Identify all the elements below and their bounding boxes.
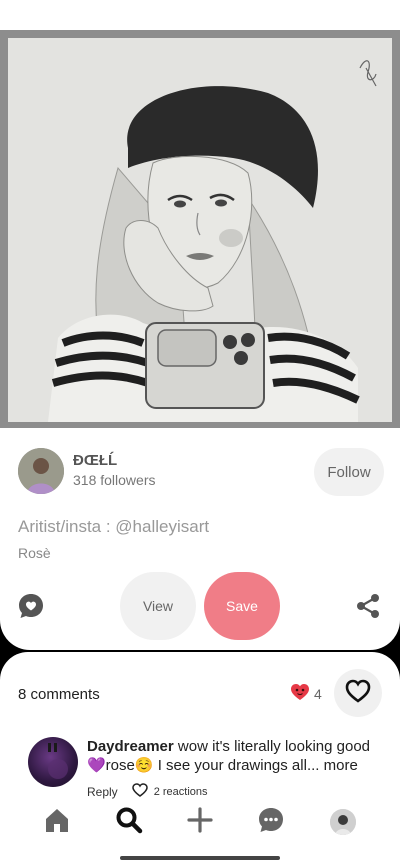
creator-row[interactable]: ÐŒŁĹ 318 followers Follow [18, 448, 384, 496]
status-bar [0, 0, 400, 30]
pin-action-row: View Save [0, 572, 400, 640]
save-button[interactable]: Save [204, 572, 280, 640]
comments-count[interactable]: 8 comments [18, 686, 100, 703]
heart-outline-icon [131, 783, 148, 800]
pencil-portrait-drawing [8, 38, 392, 422]
heart-outline-icon [345, 679, 371, 708]
bottom-navigation [0, 805, 400, 845]
pin-title: Aritist/insta : @halleyisart [18, 517, 210, 536]
reply-button[interactable]: Reply [87, 785, 118, 799]
comment-reactions-label: 2 reactions [153, 785, 208, 798]
heart-eyes-reaction-icon [290, 683, 310, 706]
nav-search[interactable] [113, 805, 145, 839]
messages-icon [257, 806, 285, 839]
comment-author[interactable]: Daydreamer [87, 738, 174, 755]
creator-avatar[interactable] [18, 448, 64, 494]
like-button[interactable] [334, 669, 382, 717]
comment-body: Daydreamer wow it's literally looking go… [87, 737, 377, 775]
nav-home[interactable] [41, 805, 73, 839]
creator-name[interactable]: ÐŒŁĹ [73, 452, 117, 469]
nav-profile[interactable] [327, 805, 359, 839]
comment-reactions[interactable]: 2 reactions [131, 783, 208, 800]
pin-image[interactable] [0, 30, 400, 428]
creator-followers: 318 followers [73, 472, 156, 488]
reaction-summary[interactable]: 4 [290, 683, 322, 706]
comment-bubble-heart-icon[interactable] [18, 593, 44, 619]
plus-icon [186, 806, 214, 839]
search-icon [115, 806, 143, 839]
nav-messages[interactable] [255, 805, 287, 839]
share-icon[interactable] [355, 593, 381, 619]
comments-panel: 8 comments 4 Daydreamer wow it's literal… [0, 652, 400, 867]
follow-button[interactable]: Follow [314, 448, 384, 496]
pin-description: Rosè [18, 545, 51, 561]
home-icon [43, 806, 71, 839]
reaction-count: 4 [314, 686, 322, 702]
view-button[interactable]: View [120, 572, 196, 640]
comment-more-link[interactable]: more [324, 757, 358, 774]
nav-create[interactable] [184, 805, 216, 839]
comment-meta: Reply 2 reactions [87, 783, 208, 800]
commenter-avatar[interactable] [28, 737, 78, 787]
home-indicator[interactable] [120, 856, 280, 860]
pin-card: ÐŒŁĹ 318 followers Follow Aritist/insta … [0, 30, 400, 650]
profile-avatar [330, 809, 356, 835]
